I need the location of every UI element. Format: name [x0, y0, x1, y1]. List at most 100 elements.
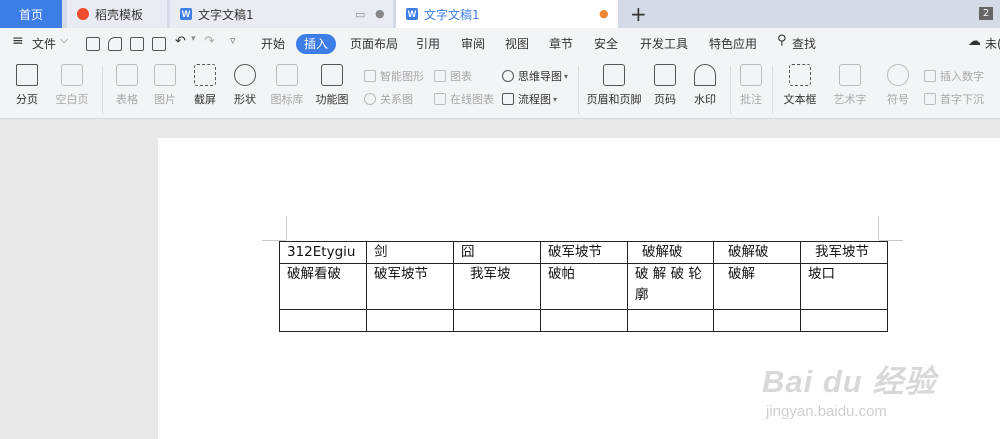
chart-icon	[434, 70, 446, 82]
menu-view[interactable]: 视图	[505, 35, 529, 52]
button-label: 符号	[887, 93, 909, 106]
menu-home[interactable]: 开始	[261, 35, 285, 52]
undo-dropdown-icon[interactable]: ▾	[191, 34, 196, 44]
picture-button[interactable]: 图片	[148, 64, 182, 107]
menu-chapter[interactable]: 章节	[549, 35, 573, 52]
button-label: 关系图	[380, 93, 413, 106]
header-footer-button[interactable]: 页眉和页脚	[586, 64, 642, 107]
table-cell[interactable]	[366, 309, 454, 332]
menu-page-layout[interactable]: 页面布局	[350, 35, 398, 52]
mindmap-button[interactable]: 思维导图 ▾	[502, 68, 568, 84]
button-label: 图片	[154, 93, 176, 106]
table-cell[interactable]: 破解看破	[279, 263, 367, 310]
writer-icon: W	[406, 8, 418, 20]
new-tab-plus-icon[interactable]: +	[630, 2, 647, 26]
insert-number-button[interactable]: 插入数字	[924, 68, 984, 84]
table-cell[interactable]	[279, 309, 367, 332]
symbol-button[interactable]: 符号	[880, 64, 916, 107]
menu-developer[interactable]: 开发工具	[640, 35, 688, 52]
window-count-badge[interactable]: 2	[979, 7, 993, 20]
customize-dropdown-icon[interactable]: ▿	[230, 34, 236, 47]
tab-bar: 首页 稻壳模板 W 文字文稿1 ▭ ● W 文字文稿1 ● + 2	[0, 0, 1000, 28]
table-button[interactable]: 表格	[110, 64, 144, 107]
textbox-button[interactable]: 文本框	[778, 64, 822, 107]
icon-library-button[interactable]: 图标库	[268, 64, 306, 107]
menu-security[interactable]: 安全	[594, 35, 618, 52]
cloud-icon[interactable]: ☁	[968, 34, 981, 49]
smart-shape-icon	[364, 70, 376, 82]
table-cell[interactable]	[800, 309, 888, 332]
chevron-down-icon[interactable]: ⌵	[60, 33, 68, 47]
table-cell[interactable]: 剑	[366, 241, 454, 264]
tab-document-active[interactable]: W 文字文稿1 ●	[396, 0, 618, 28]
shape-button[interactable]: 形状	[228, 64, 262, 107]
baidu-jingyan-watermark: Bai du 经验 jingyan.baidu.com	[762, 356, 936, 420]
mindmap-icon	[502, 70, 514, 82]
export-pdf-icon[interactable]	[108, 37, 122, 51]
menu-review[interactable]: 审阅	[461, 35, 485, 52]
table-cell[interactable]: 我军坡	[453, 263, 541, 310]
menu-features[interactable]: 特色应用	[709, 35, 757, 52]
blank-page-icon	[61, 64, 83, 86]
table-cell[interactable]	[540, 309, 628, 332]
online-chart-button[interactable]: 在线图表	[434, 91, 494, 107]
online-chart-icon	[434, 93, 446, 105]
file-menu[interactable]: 文件	[32, 35, 56, 52]
chart-button[interactable]: 图表	[434, 68, 472, 84]
table-cell[interactable]: 破军坡节	[540, 241, 628, 264]
drop-cap-button[interactable]: 首字下沉	[924, 91, 984, 107]
relation-chart-button[interactable]: 关系图	[364, 91, 413, 107]
document-table[interactable]: 312Etygiu 剑 囧 破军坡节 破解破 破解破 我军坡节 破解看破 破军坡…	[279, 241, 888, 332]
button-label: 表格	[116, 93, 138, 106]
table-cell[interactable]	[453, 309, 541, 332]
menu-insert[interactable]: 插入	[296, 34, 336, 54]
undo-icon[interactable]: ↶	[175, 34, 186, 49]
table-cell[interactable]: 312Etygiu	[279, 241, 367, 264]
table-cell[interactable]: 囧	[453, 241, 541, 264]
page-break-button[interactable]: 分页	[8, 64, 46, 107]
table-cell[interactable]: 破军坡节	[366, 263, 454, 310]
account-status[interactable]: 未(	[985, 35, 1000, 52]
wordart-button[interactable]: 艺术字	[828, 64, 872, 107]
screenshot-button[interactable]: 截屏	[188, 64, 222, 107]
redo-icon[interactable]: ↷	[204, 34, 215, 49]
button-label: 空白页	[55, 93, 89, 106]
comment-button[interactable]: 批注	[736, 64, 766, 107]
table-cell[interactable]: 破 解 破 轮 廓	[627, 263, 714, 310]
table-cell[interactable]	[627, 309, 714, 332]
tab-label: 文字文稿1	[424, 7, 480, 22]
search-command[interactable]: 查找	[792, 35, 816, 52]
button-label: 流程图	[518, 93, 551, 106]
tab-document-1[interactable]: W 文字文稿1 ▭ ●	[170, 0, 393, 28]
button-label: 思维导图	[518, 70, 562, 83]
tab-home[interactable]: 首页	[0, 0, 62, 28]
function-chart-button[interactable]: 功能图	[312, 64, 352, 107]
comment-icon	[740, 64, 762, 86]
hamburger-icon[interactable]: ≡	[12, 33, 24, 49]
flowchart-button[interactable]: 流程图 ▾	[502, 91, 557, 107]
search-icon[interactable]: ⚲	[777, 33, 787, 48]
window-icon[interactable]: ▭	[355, 8, 365, 21]
tab-docer-templates[interactable]: 稻壳模板	[67, 0, 167, 28]
table-cell[interactable]: 破解	[713, 263, 801, 310]
button-label: 页码	[654, 93, 676, 106]
table-cell[interactable]	[713, 309, 801, 332]
chevron-down-icon: ▾	[553, 94, 558, 104]
print-preview-icon[interactable]	[152, 37, 166, 51]
smart-shape-button[interactable]: 智能图形	[364, 68, 424, 84]
table-cell[interactable]: 破解破	[627, 241, 714, 264]
save-icon[interactable]	[86, 37, 100, 51]
table-cell[interactable]: 破帕	[540, 263, 628, 310]
table-cell[interactable]: 坡口	[800, 263, 888, 310]
button-label: 页眉和页脚	[586, 93, 642, 106]
menu-references[interactable]: 引用	[416, 35, 440, 52]
wordart-icon	[839, 64, 861, 86]
button-label: 图表	[450, 70, 472, 83]
table-cell[interactable]: 我军坡节	[800, 241, 888, 264]
page-number-button[interactable]: 页码	[648, 64, 682, 107]
watermark-button[interactable]: 水印	[688, 64, 722, 107]
blank-page-button[interactable]: 空白页	[50, 64, 94, 107]
table-cell[interactable]: 破解破	[713, 241, 801, 264]
print-icon[interactable]	[130, 37, 144, 51]
button-label: 截屏	[194, 93, 216, 106]
